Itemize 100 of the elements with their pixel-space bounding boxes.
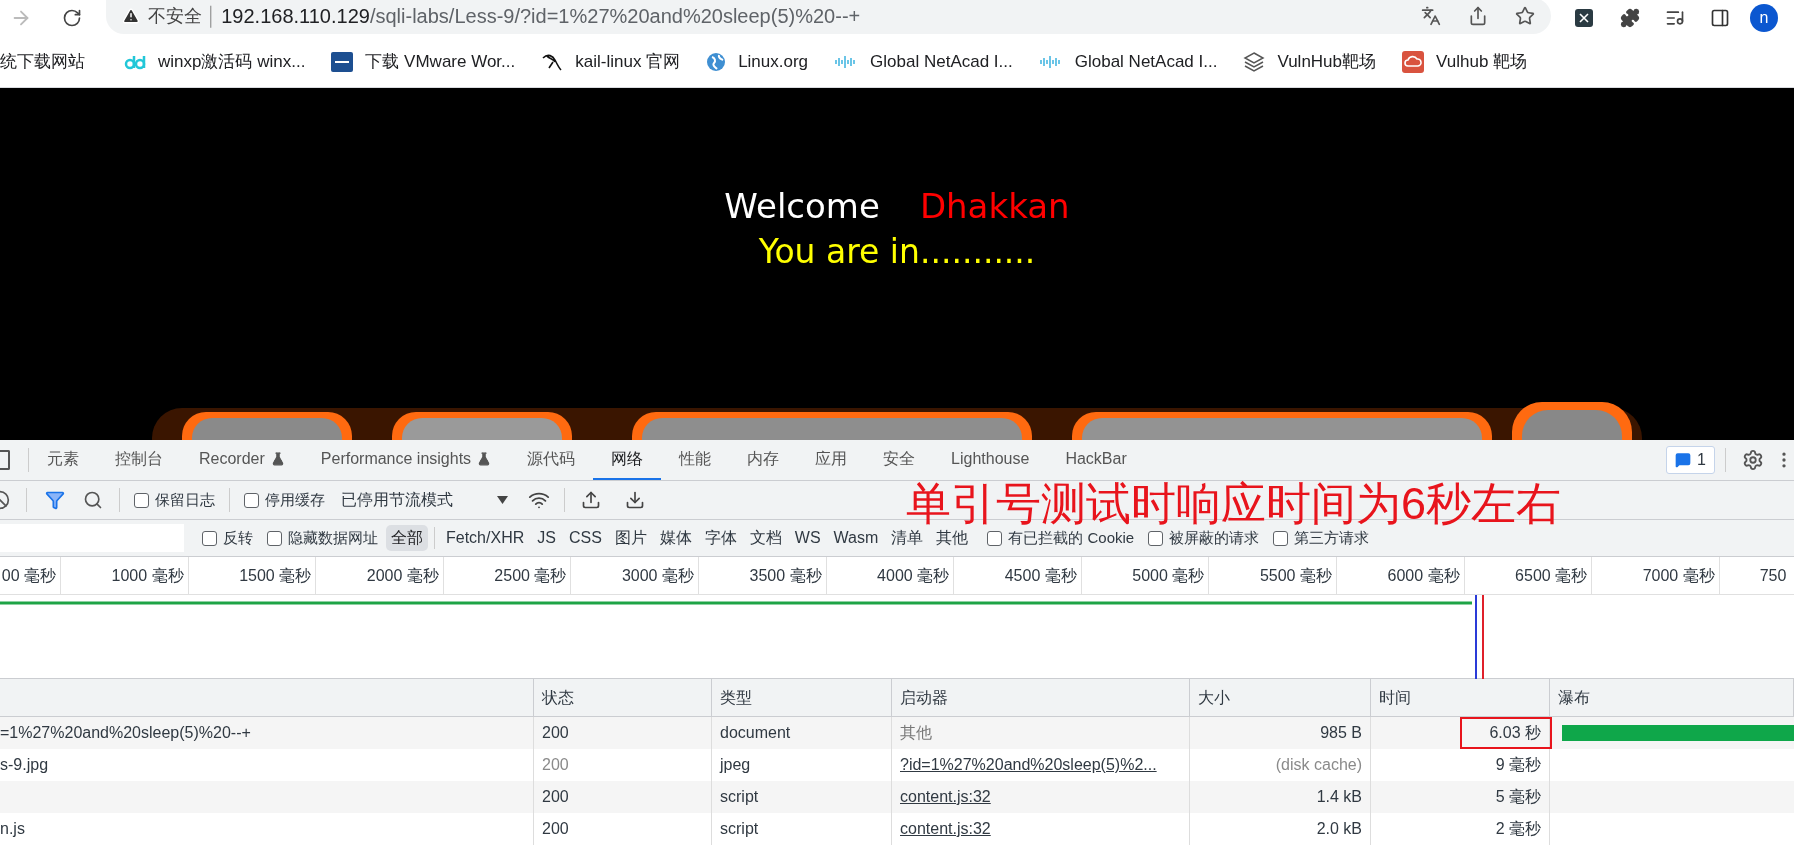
type-filter[interactable]: 全部 xyxy=(386,525,428,551)
timeline-tick: 2500 毫秒 xyxy=(494,565,567,586)
devtools-tab[interactable]: 内存 xyxy=(729,440,798,480)
settings-icon[interactable] xyxy=(1742,449,1764,471)
export-icon[interactable] xyxy=(625,490,645,510)
request-filter-checkbox[interactable]: 被屏蔽的请求 xyxy=(1148,526,1260,550)
type-filter[interactable]: JS xyxy=(532,525,561,551)
devtools-tab[interactable]: 源代码 xyxy=(509,440,594,480)
table-cell[interactable]: s-9.jpg xyxy=(0,753,49,777)
extensions-icon[interactable] xyxy=(1620,8,1640,28)
column-header[interactable]: 瀑布 xyxy=(1558,685,1590,710)
table-cell-text: (disk cache) xyxy=(1275,755,1362,775)
address-bar[interactable]: 不安全 │ 192.168.110.129/sqli-labs/Less-9/?id=1%27%20and%20sleep(5)%20--+ xyxy=(106,0,1551,34)
annotation-text: 单引号测试时响应时间为6秒左右 xyxy=(906,481,1562,527)
timeline-tick: 3500 毫秒 xyxy=(749,565,822,586)
initiator-link[interactable]: content.js:32 xyxy=(900,817,991,841)
table-cell-text: 5 毫秒 xyxy=(1495,787,1541,807)
timeline-tick: 6000 毫秒 xyxy=(1387,565,1460,586)
table-cell-text: 2.0 kB xyxy=(1316,819,1362,839)
devtools-tab[interactable]: 性能 xyxy=(661,440,730,480)
checkbox[interactable] xyxy=(267,530,282,546)
checkbox[interactable] xyxy=(134,492,149,508)
device-toggle-icon[interactable] xyxy=(0,450,10,470)
checkbox[interactable] xyxy=(244,492,259,508)
table-cell-text: script xyxy=(720,819,759,839)
type-filter[interactable]: 图片 xyxy=(609,525,652,551)
bookmark[interactable]: Linux.org xyxy=(693,48,822,75)
bookmark[interactable]: Global NetAcad I... xyxy=(1025,48,1231,75)
column-header[interactable]: 状态 xyxy=(542,685,574,710)
devtools-tab[interactable]: Recorder xyxy=(181,440,303,480)
bookmark[interactable]: Global NetAcad I... xyxy=(821,48,1026,75)
devtools-tab[interactable]: 元素 xyxy=(29,440,97,480)
type-filter[interactable]: 媒体 xyxy=(654,525,697,551)
bookmark[interactable]: winxp激活码 winx... xyxy=(111,48,319,75)
security-label: 不安全 xyxy=(148,4,202,28)
table-cell-text: 9 毫秒 xyxy=(1495,755,1541,775)
type-filter[interactable]: Fetch/XHR xyxy=(441,525,530,551)
filter-icon[interactable] xyxy=(45,490,65,510)
profile-avatar[interactable]: n xyxy=(1750,4,1778,32)
devtools-tab[interactable]: 应用 xyxy=(797,440,866,480)
type-filter[interactable]: 清单 xyxy=(886,525,929,551)
column-header[interactable]: 大小 xyxy=(1198,685,1230,710)
bookmark[interactable]: 下载 VMware Wor... xyxy=(318,48,529,75)
throttling-dropdown[interactable]: 已停用节流模式 xyxy=(341,488,508,512)
type-filter[interactable]: CSS xyxy=(563,525,607,551)
issues-button[interactable]: 1 xyxy=(1666,446,1715,474)
disable-cache-checkbox[interactable]: 停用缓存 xyxy=(244,488,325,512)
search-icon[interactable] xyxy=(83,490,103,510)
column-header[interactable]: 类型 xyxy=(720,685,752,710)
request-filter-checkbox[interactable]: 第三方请求 xyxy=(1273,526,1370,550)
translate-icon[interactable] xyxy=(1421,6,1441,26)
checkbox[interactable] xyxy=(1273,530,1289,546)
devtools-tab[interactable]: Lighthouse xyxy=(933,440,1048,480)
initiator-link[interactable]: content.js:32 xyxy=(900,785,991,809)
table-cell-text: 其他 xyxy=(900,723,932,743)
table-cell-text: 6.03 秒 xyxy=(1489,723,1541,743)
cloud-icon xyxy=(1402,50,1425,73)
user-name: Dhakkan xyxy=(919,186,1070,226)
bookmark[interactable]: Vulhub 靶场 xyxy=(1389,48,1541,75)
table-row[interactable]: =1%27%20and%20sleep(5)%20--+ 200 document 其他 985 B 6.03 秒 xyxy=(0,717,1794,749)
side-panel-icon[interactable] xyxy=(1710,8,1730,28)
request-filter-checkbox[interactable]: 有已拦截的 Cookie xyxy=(987,526,1135,550)
checkbox[interactable] xyxy=(202,530,217,546)
column-header[interactable]: 启动器 xyxy=(900,685,948,710)
table-cell[interactable]: n.js xyxy=(0,817,25,841)
share-icon[interactable] xyxy=(1468,6,1488,26)
bookmark[interactable]: VulnHub靶场 xyxy=(1230,48,1390,75)
timeline-tick: 2000 毫秒 xyxy=(366,565,439,586)
hide-data-urls-checkbox[interactable]: 隐藏数据网址 xyxy=(267,526,378,550)
cube-icon xyxy=(1243,50,1266,73)
devtools-tab[interactable]: Performance insights xyxy=(302,440,510,480)
timeline-tick: 4000 毫秒 xyxy=(877,565,950,586)
timeline-tick: 750 xyxy=(1759,565,1787,586)
devtools-tab[interactable]: HackBar xyxy=(1047,440,1145,480)
bookmark-star-icon[interactable] xyxy=(1515,6,1535,26)
invert-checkbox[interactable]: 反转 xyxy=(202,526,253,550)
initiator-link[interactable]: ?id=1%27%20and%20sleep(5)%2... xyxy=(900,753,1157,777)
type-filter[interactable]: 其他 xyxy=(931,525,974,551)
devtools-tab[interactable]: 安全 xyxy=(865,440,934,480)
timeline-tick: 6500 毫秒 xyxy=(1515,565,1588,586)
message-icon xyxy=(1675,452,1692,468)
table-cell-text: jpeg xyxy=(720,755,751,775)
reload-icon[interactable] xyxy=(62,8,82,28)
bookmark[interactable]: kail-linux 官网 xyxy=(528,48,694,75)
table-cell-text: 200 xyxy=(542,819,569,839)
preserve-log-checkbox[interactable]: 保留日志 xyxy=(134,488,215,512)
devtools-tab[interactable]: 控制台 xyxy=(97,440,181,480)
media-icon[interactable] xyxy=(1665,8,1685,28)
bookmark[interactable]: 统下载网站 xyxy=(0,48,111,75)
type-filter[interactable]: 文档 xyxy=(744,525,787,551)
table-row[interactable]: 200 script content.js:32 1.4 kB 5 毫秒 xyxy=(0,781,1794,813)
checkbox[interactable] xyxy=(987,530,1003,546)
type-filter[interactable]: WS xyxy=(789,525,826,551)
checkbox[interactable] xyxy=(1148,530,1164,546)
extension-icon[interactable] xyxy=(1575,9,1593,27)
type-filter[interactable]: Wasm xyxy=(828,525,884,551)
table-cell[interactable]: =1%27%20and%20sleep(5)%20--+ xyxy=(0,721,251,745)
type-filter[interactable]: 字体 xyxy=(699,525,742,551)
column-header[interactable]: 时间 xyxy=(1379,685,1411,710)
import-icon[interactable] xyxy=(581,490,601,510)
